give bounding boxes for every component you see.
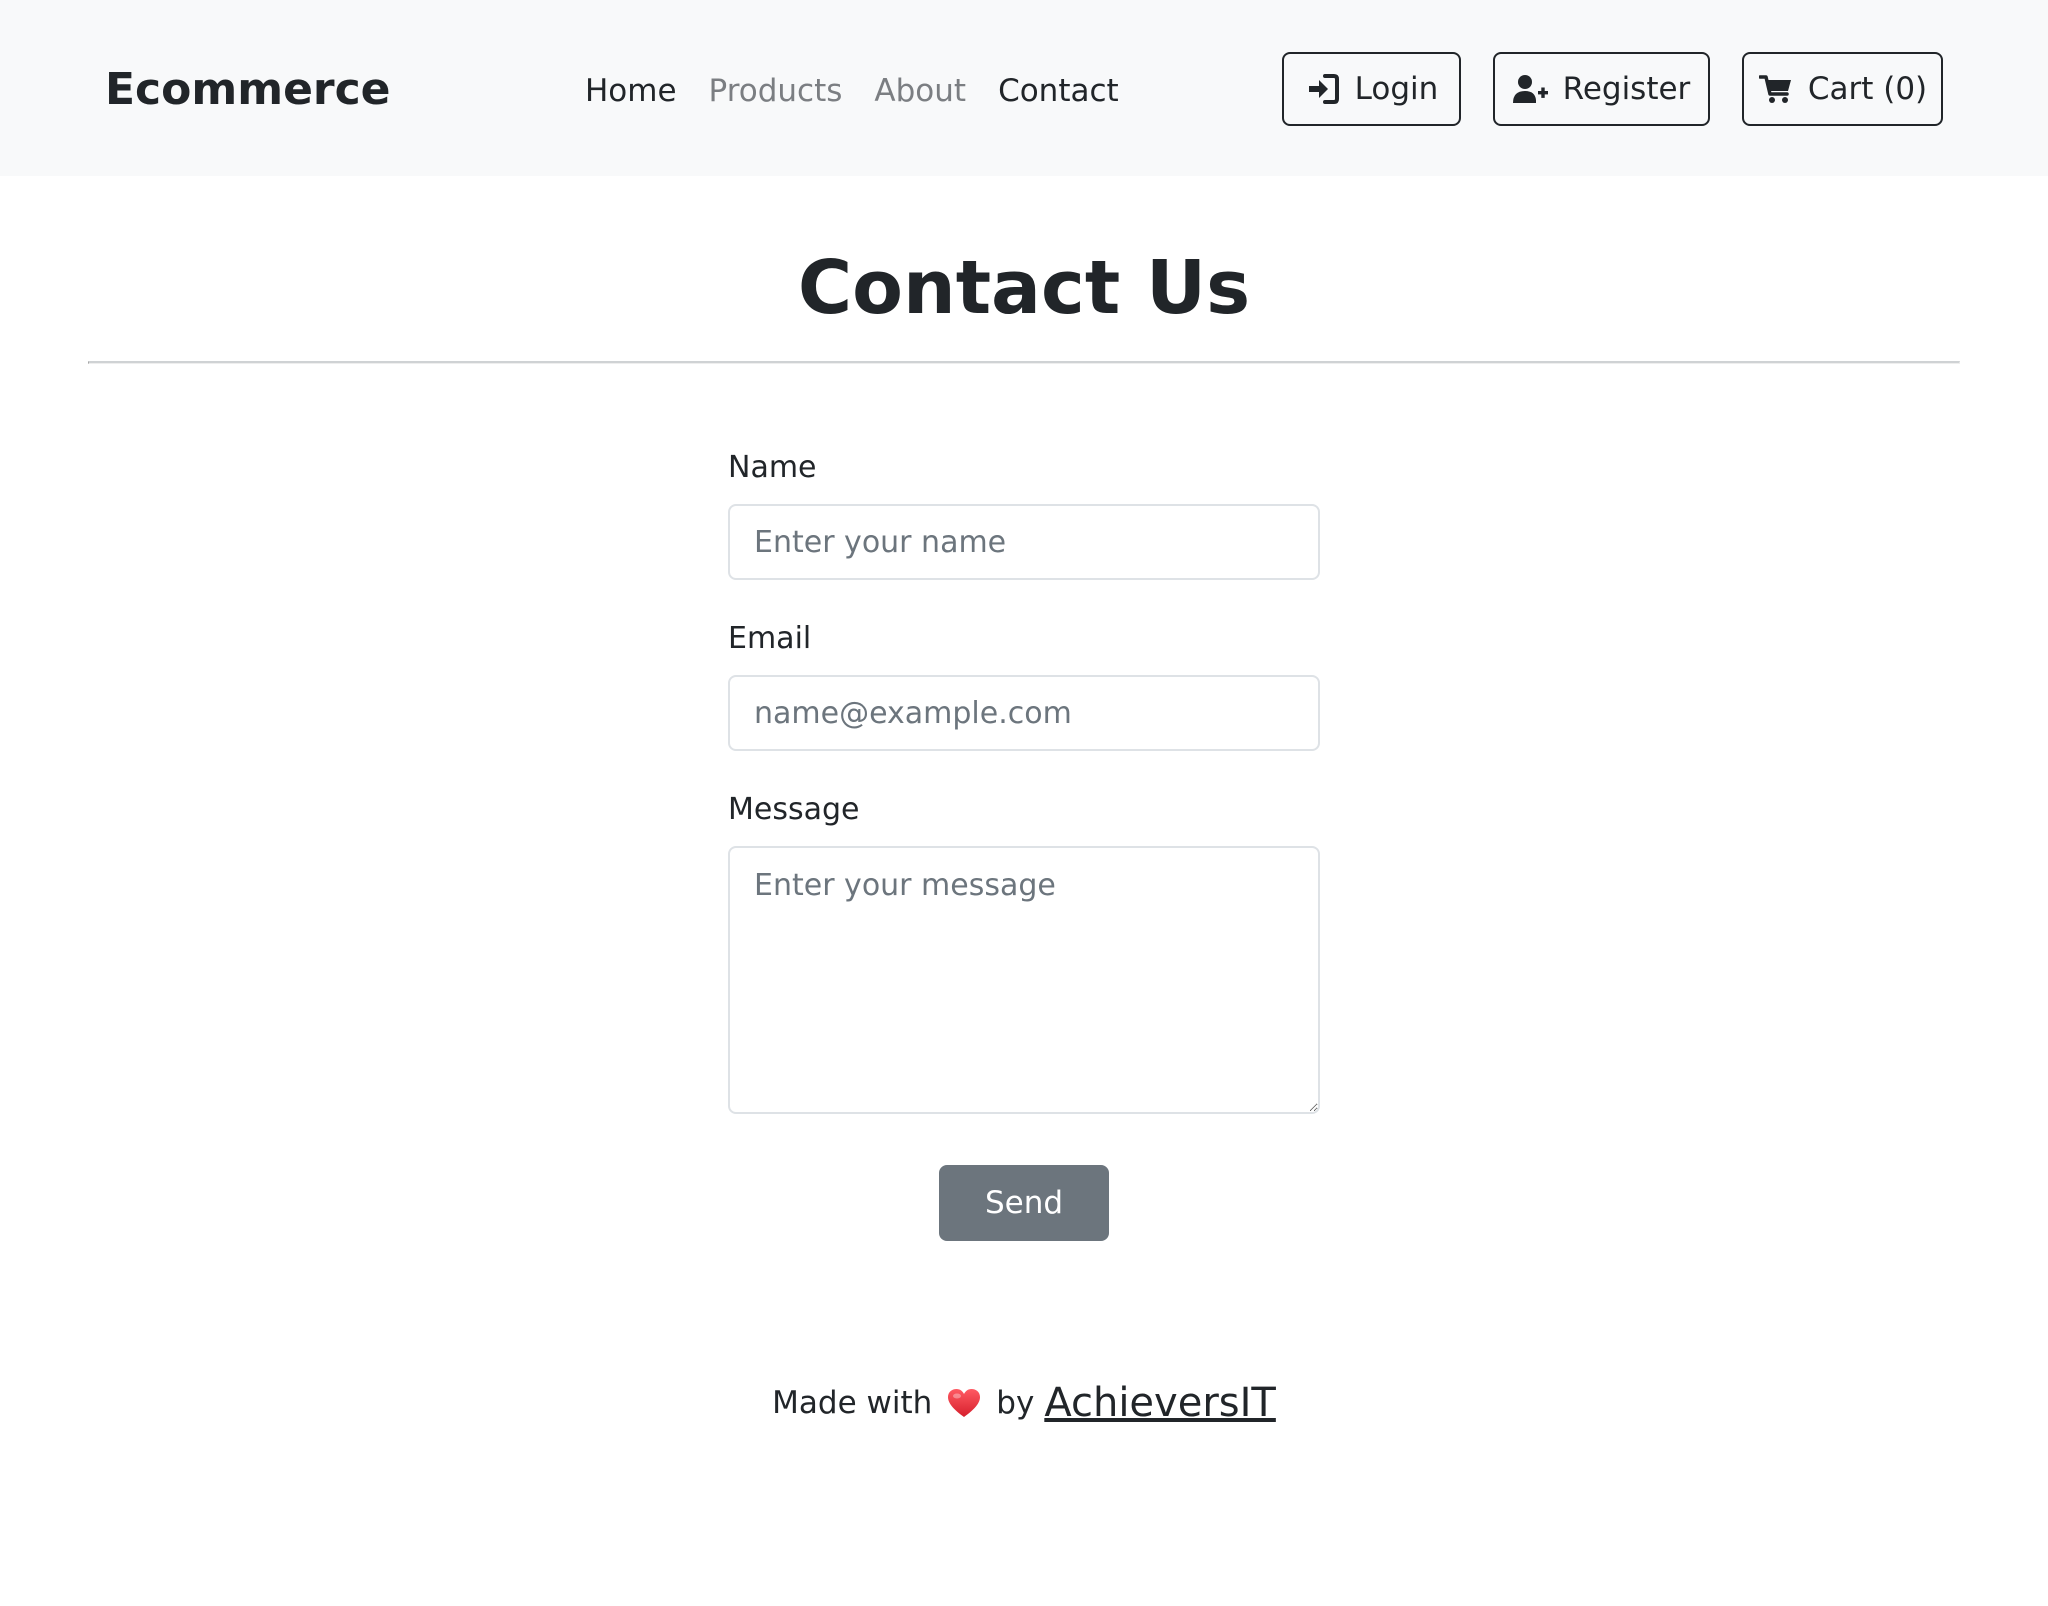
email-label: Email: [728, 621, 812, 656]
nav-links: Home Products About Contact: [585, 70, 1151, 112]
footer-by: by: [996, 1385, 1035, 1421]
nav-link-contact[interactable]: Contact: [998, 70, 1119, 112]
register-button[interactable]: Register: [1493, 52, 1710, 126]
cart-icon: [1758, 73, 1794, 105]
navbar: Ecommerce Home Products About Contact Lo…: [0, 0, 2048, 176]
register-label: Register: [1562, 71, 1691, 107]
nav-link-products[interactable]: Products: [709, 70, 843, 112]
nav-link-about[interactable]: About: [874, 70, 966, 112]
login-button[interactable]: Login: [1282, 52, 1461, 126]
send-button[interactable]: Send: [939, 1165, 1109, 1241]
brand-logo[interactable]: Ecommerce: [105, 62, 391, 118]
login-label: Login: [1354, 71, 1439, 107]
cart-button[interactable]: Cart (0): [1742, 52, 1943, 126]
footer-made-with: Made with: [772, 1385, 933, 1421]
cart-label: Cart (0): [1807, 71, 1928, 107]
footer: Made with by AchieversIT: [0, 1375, 2048, 1431]
name-field-group: Name: [728, 448, 1320, 580]
sign-in-icon: [1305, 73, 1341, 105]
footer-achieversit-link[interactable]: AchieversIT: [1044, 1380, 1276, 1426]
name-input[interactable]: [728, 504, 1320, 580]
message-label: Message: [728, 792, 860, 827]
message-textarea[interactable]: [728, 846, 1320, 1114]
title-divider: [88, 361, 1960, 364]
email-field-group: Email: [728, 619, 1320, 751]
nav-link-home[interactable]: Home: [585, 70, 677, 112]
message-field-group: Message: [728, 790, 1320, 1114]
user-plus-icon: [1512, 73, 1549, 105]
email-input[interactable]: [728, 675, 1320, 751]
name-label: Name: [728, 450, 817, 485]
heart-icon: [946, 1387, 982, 1419]
page-title: Contact Us: [797, 245, 1251, 331]
